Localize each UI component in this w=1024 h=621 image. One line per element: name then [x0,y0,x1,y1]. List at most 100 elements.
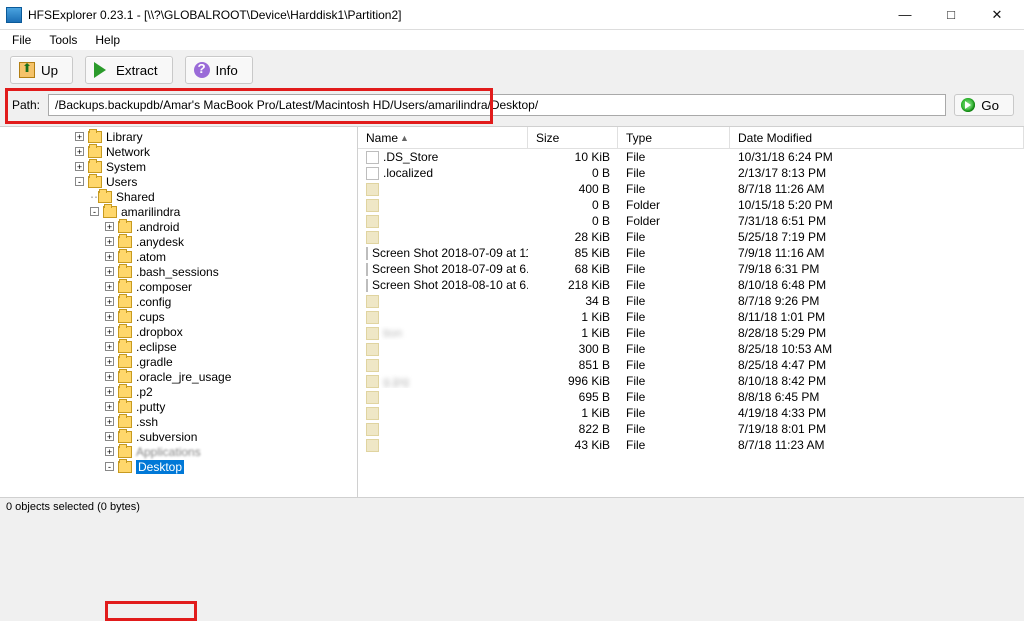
tree-item-users[interactable]: -Users [0,174,357,189]
file-icon [366,327,379,340]
list-item[interactable]: 43 KiBFile8/7/18 11:23 AM [358,437,1024,453]
tree-label: .atom [136,250,166,264]
tree-item-applications[interactable]: +Applications [0,444,357,459]
list-item[interactable]: .localized0 BFile2/13/17 8:13 PM [358,165,1024,181]
expand-icon[interactable]: + [75,162,84,171]
file-date: 7/31/18 6:51 PM [730,214,1024,228]
tree-item-oracle-jre-usage[interactable]: +.oracle_jre_usage [0,369,357,384]
tree-item-gradle[interactable]: +.gradle [0,354,357,369]
tree-label: .config [136,295,171,309]
tree-item-p2[interactable]: +.p2 [0,384,357,399]
expand-icon[interactable]: + [105,357,114,366]
list-item[interactable]: tion1 KiBFile8/28/18 5:29 PM [358,325,1024,341]
file-name [383,342,416,356]
path-input[interactable] [48,94,946,116]
tree-item-library[interactable]: +Library [0,129,357,144]
tree-item-dropbox[interactable]: +.dropbox [0,324,357,339]
expand-icon[interactable]: + [105,372,114,381]
tree-item-system[interactable]: +System [0,159,357,174]
file-name: Screen Shot 2018-07-09 at 6.31. [372,262,528,276]
list-item[interactable]: g.jpg996 KiBFile8/10/18 8:42 PM [358,373,1024,389]
file-type: File [618,166,730,180]
column-type[interactable]: Type [618,127,730,148]
list-item[interactable]: 822 BFile7/19/18 8:01 PM [358,421,1024,437]
expand-icon[interactable]: + [105,282,114,291]
tree-label: .ssh [136,415,158,429]
expand-icon[interactable]: + [105,417,114,426]
list-item[interactable]: .DS_Store10 KiBFile10/31/18 6:24 PM [358,149,1024,165]
list-item[interactable]: 851 BFile8/25/18 4:47 PM [358,357,1024,373]
file-icon [366,391,379,404]
close-button[interactable]: ✕ [974,1,1020,29]
menu-file[interactable]: File [4,31,39,49]
file-date: 8/10/18 6:48 PM [730,278,1024,292]
tree-item-bash-sessions[interactable]: +.bash_sessions [0,264,357,279]
go-button[interactable]: Go [954,94,1014,116]
tree-item-desktop[interactable]: -Desktop [0,459,357,474]
menu-help[interactable]: Help [87,31,128,49]
tree-item-putty[interactable]: +.putty [0,399,357,414]
list-item[interactable]: 300 BFile8/25/18 10:53 AM [358,341,1024,357]
tree-item-config[interactable]: + .config [0,294,357,309]
list-item[interactable]: Screen Shot 2018-07-09 at 11.1585 KiBFil… [358,245,1024,261]
list-body[interactable]: .DS_Store10 KiBFile10/31/18 6:24 PM.loca… [358,149,1024,497]
maximize-button[interactable]: □ [928,1,974,29]
file-name [383,438,416,452]
tree-item-android[interactable]: +.android [0,219,357,234]
tree-item-composer[interactable]: +.composer [0,279,357,294]
list-item[interactable]: 1 KiBFile8/11/18 1:01 PM [358,309,1024,325]
expand-icon[interactable]: + [105,402,114,411]
list-item[interactable]: 1 KiBFile4/19/18 4:33 PM [358,405,1024,421]
list-item[interactable]: 695 BFile8/8/18 6:45 PM [358,389,1024,405]
column-size[interactable]: Size [528,127,618,148]
expand-icon[interactable]: + [105,447,114,456]
column-name[interactable]: Name ▲ [358,127,528,148]
collapse-icon[interactable]: - [105,462,114,471]
tree-item-atom[interactable]: + .atom [0,249,357,264]
expand-icon[interactable]: + [105,327,114,336]
expand-icon[interactable]: + [105,297,114,306]
file-name [383,182,416,196]
list-item[interactable]: 34 BFile8/7/18 9:26 PM [358,293,1024,309]
list-item[interactable]: 400 BFile8/7/18 11:26 AM [358,181,1024,197]
file-name: Screen Shot 2018-08-10 at 6.47. [372,278,528,292]
up-button[interactable]: Up [10,56,73,84]
list-item[interactable]: Screen Shot 2018-08-10 at 6.47.218 KiBFi… [358,277,1024,293]
folder-icon [118,356,132,368]
folder-icon [118,326,132,338]
column-date[interactable]: Date Modified [730,127,1024,148]
tree-item-ssh[interactable]: + .ssh [0,414,357,429]
tree-item-shared[interactable]: ⋯Shared [0,189,357,204]
collapse-icon[interactable]: - [75,177,84,186]
file-size: 85 KiB [528,246,618,260]
expand-icon[interactable]: + [105,222,114,231]
expand-icon[interactable]: + [75,132,84,141]
expand-icon[interactable]: + [105,387,114,396]
list-item[interactable]: Screen Shot 2018-07-09 at 6.31.68 KiBFil… [358,261,1024,277]
tree-item-anydesk[interactable]: +.anydesk [0,234,357,249]
expand-icon[interactable]: + [75,147,84,156]
tree-item-amarilindra[interactable]: -amarilindra [0,204,357,219]
tree-pane[interactable]: +Library+Network+System-Users⋯Shared-ama… [0,127,358,497]
expand-icon[interactable]: + [105,252,114,261]
tree-item-network[interactable]: +Network [0,144,357,159]
minimize-button[interactable]: — [882,1,928,29]
menu-tools[interactable]: Tools [41,31,85,49]
list-item[interactable]: 0 BFolder10/15/18 5:20 PM [358,197,1024,213]
info-button[interactable]: Info [185,56,253,84]
tree-item-subversion[interactable]: +.subversion [0,429,357,444]
tree-item-eclipse[interactable]: +.eclipse [0,339,357,354]
list-item[interactable]: 0 BFolder7/31/18 6:51 PM [358,213,1024,229]
expand-icon[interactable]: + [105,312,114,321]
extract-button[interactable]: Extract [85,56,172,84]
file-icon [366,407,379,420]
tree-item-cups[interactable]: +.cups [0,309,357,324]
info-icon [194,62,210,78]
expand-icon[interactable]: + [105,267,114,276]
info-label: Info [216,63,238,78]
expand-icon[interactable]: + [105,237,114,246]
expand-icon[interactable]: + [105,432,114,441]
list-item[interactable]: 28 KiBFile5/25/18 7:19 PM [358,229,1024,245]
collapse-icon[interactable]: - [90,207,99,216]
expand-icon[interactable]: + [105,342,114,351]
